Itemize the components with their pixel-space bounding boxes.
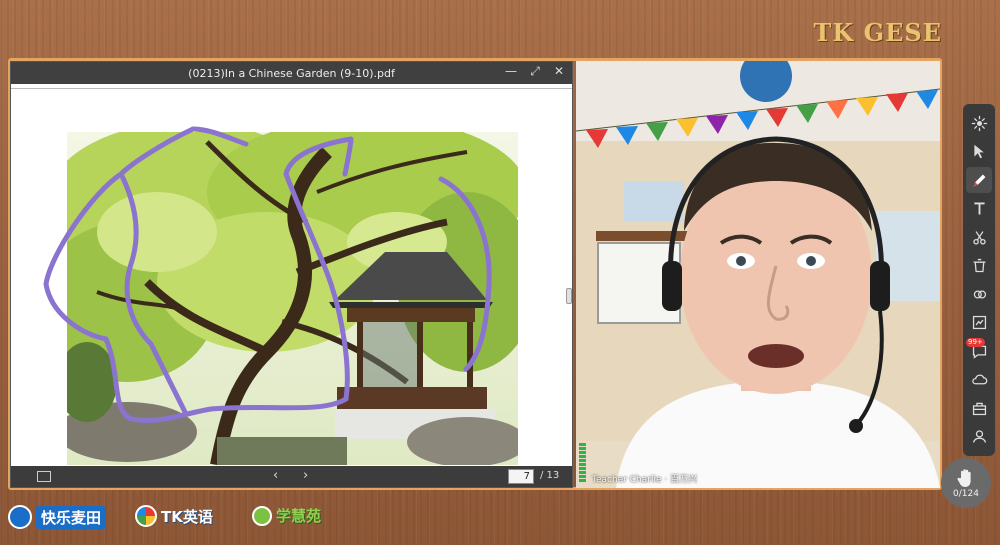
page-total: / 13 <box>540 470 560 481</box>
slides-tool[interactable] <box>966 310 992 336</box>
xuehuiyuan-logo: 学慧苑 <box>252 505 321 526</box>
pdf-titlebar: (0213)In a Chinese Garden (9-10).pdf — ⤢… <box>11 62 572 84</box>
tk-english-logo: TK英语 <box>135 505 213 527</box>
raise-hand-button[interactable]: 0/124 <box>941 458 991 508</box>
brand-logo: TK GESE <box>813 18 942 47</box>
minimize-button[interactable]: — <box>504 64 518 79</box>
text-icon <box>973 202 985 215</box>
document-icon <box>972 315 986 330</box>
audio-level-meter <box>579 443 586 482</box>
window-controls: — ⤢ ✕ <box>504 64 566 79</box>
shapes-icon <box>973 289 986 299</box>
chat-badge: 99+ <box>966 338 985 347</box>
logo-text: 学慧苑 <box>276 507 322 525</box>
prev-page-button[interactable]: ‹ <box>273 468 278 483</box>
scissors-icon <box>972 230 986 245</box>
page-rule <box>11 88 572 89</box>
text-tool[interactable] <box>966 196 992 222</box>
chat-tool[interactable]: 99+ <box>966 338 992 364</box>
scissors-tool[interactable] <box>966 224 992 250</box>
logo-text: 快乐麦田 <box>36 505 107 529</box>
people-icon <box>972 430 986 443</box>
people-tool[interactable] <box>966 424 992 450</box>
close-button[interactable]: ✕ <box>552 64 566 79</box>
pdf-viewer-window: (0213)In a Chinese Garden (9-10).pdf — ⤢… <box>10 61 573 488</box>
globe-icon <box>8 505 32 529</box>
eraser-tool[interactable] <box>966 253 992 279</box>
cloud-tool[interactable] <box>966 367 992 393</box>
kuaile-maitian-logo: 快乐麦田 <box>8 505 107 529</box>
trash-icon <box>973 258 985 273</box>
color-wheel-icon <box>135 505 157 527</box>
select-tool[interactable] <box>966 139 992 165</box>
maximize-button[interactable]: ⤢ <box>528 64 542 79</box>
pdf-bottom-bar: ‹ › 7 / 13 <box>11 466 572 487</box>
page-number-input[interactable]: 7 <box>508 469 534 484</box>
pdf-page <box>11 84 572 467</box>
whiteboard-toolbar: 99+ <box>963 104 995 456</box>
toolbox-tool[interactable] <box>966 395 992 421</box>
panel-splitter-handle[interactable] <box>566 288 572 304</box>
webcam-name-label: Teacher Charlie · 百万兴 <box>592 475 698 485</box>
pen-tool[interactable] <box>966 167 992 193</box>
pen-icon <box>973 174 985 186</box>
shapes-tool[interactable] <box>966 281 992 307</box>
hand-count: 0/124 <box>953 488 979 499</box>
laser-pointer-tool[interactable] <box>966 110 992 136</box>
frog-mascot-icon <box>252 505 272 526</box>
webcam-video <box>576 61 940 488</box>
hand-icon <box>957 468 971 487</box>
cursor-arrow-icon <box>973 144 984 159</box>
toolbox-icon <box>972 402 986 415</box>
logo-text: TK英语 <box>161 507 213 526</box>
laser-pointer-icon <box>971 115 987 131</box>
thumbnail-sidebar-toggle[interactable] <box>37 471 51 482</box>
pdf-title: (0213)In a Chinese Garden (9-10).pdf <box>188 66 395 80</box>
next-page-button[interactable]: › <box>303 468 308 483</box>
teacher-webcam-feed: Teacher Charlie · 百万兴 <box>576 61 940 488</box>
chinese-garden-photo <box>67 132 518 465</box>
cloud-icon <box>971 374 987 385</box>
